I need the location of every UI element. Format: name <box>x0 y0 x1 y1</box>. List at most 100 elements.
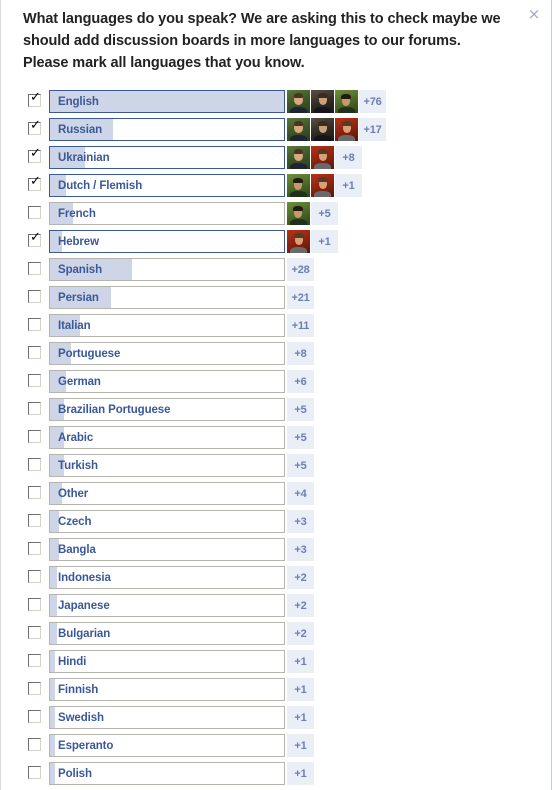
language-checkbox[interactable]: ✓ <box>28 119 41 135</box>
voter-count-badge: +3 <box>287 538 314 561</box>
language-row[interactable]: ✓ Bulgarian +2 <box>1 620 551 648</box>
language-bar[interactable]: Italian <box>49 314 285 337</box>
language-checkbox[interactable]: ✓ <box>28 542 41 555</box>
language-bar[interactable]: Hindi <box>49 650 285 673</box>
language-checkbox[interactable]: ✓ <box>28 206 41 219</box>
language-row[interactable]: ✓ Portuguese +8 <box>1 340 551 368</box>
language-bar[interactable]: Dutch / Flemish <box>49 174 285 197</box>
language-row[interactable]: ✓ Persian +21 <box>1 284 551 312</box>
language-row[interactable]: ✓ Spanish +28 <box>1 256 551 284</box>
language-row[interactable]: ✓ Other +4 <box>1 480 551 508</box>
checkmark-icon: ✓ <box>30 174 41 189</box>
language-label: Persian <box>58 291 99 304</box>
language-bar[interactable]: Spanish <box>49 258 285 281</box>
language-bar[interactable]: Polish <box>49 762 285 785</box>
language-label: Indonesia <box>58 571 111 584</box>
avatar[interactable] <box>287 118 310 141</box>
language-bar[interactable]: Arabic <box>49 426 285 449</box>
avatar[interactable] <box>311 146 334 169</box>
language-checkbox[interactable]: ✓ <box>28 91 41 107</box>
language-label: French <box>58 207 96 220</box>
language-row[interactable]: ✓ Arabic +5 <box>1 424 551 452</box>
language-bar[interactable]: Other <box>49 482 285 505</box>
language-bar[interactable]: Hebrew <box>49 230 285 253</box>
avatar[interactable] <box>335 118 358 141</box>
language-row[interactable]: ✓ German +6 <box>1 368 551 396</box>
language-checkbox[interactable]: ✓ <box>28 570 41 583</box>
language-checkbox[interactable]: ✓ <box>28 710 41 723</box>
language-checkbox[interactable]: ✓ <box>28 147 41 163</box>
language-bar[interactable]: French <box>49 202 285 225</box>
language-bar[interactable]: Czech <box>49 510 285 533</box>
language-checkbox[interactable]: ✓ <box>28 174 41 191</box>
language-bar[interactable]: Bulgarian <box>49 622 285 645</box>
avatar[interactable] <box>335 90 358 113</box>
language-row[interactable]: ✓ French +5 <box>1 200 551 228</box>
language-row[interactable]: ✓ Polish +1 <box>1 760 551 788</box>
avatar[interactable] <box>287 146 310 169</box>
language-row[interactable]: ✓ Dutch / Flemish +1 <box>1 172 551 200</box>
language-row[interactable]: ✓ Finnish +1 <box>1 676 551 704</box>
language-row[interactable]: ✓ Ukrainian +8 <box>1 144 551 172</box>
language-checkbox[interactable]: ✓ <box>28 654 41 667</box>
language-bar[interactable]: Swedish <box>49 706 285 729</box>
language-bar[interactable]: Esperanto <box>49 734 285 757</box>
language-bar[interactable]: Finnish <box>49 678 285 701</box>
language-bar[interactable]: Russian <box>49 118 285 141</box>
language-checkbox[interactable]: ✓ <box>28 766 41 779</box>
language-bar[interactable]: English <box>49 90 285 113</box>
language-row[interactable]: ✓ Swedish +1 <box>1 704 551 732</box>
language-row[interactable]: ✓ Hindi +1 <box>1 648 551 676</box>
language-checkbox[interactable]: ✓ <box>28 231 41 247</box>
language-row[interactable]: ✓ Russian +17 <box>1 116 551 144</box>
language-bar[interactable]: Bangla <box>49 538 285 561</box>
avatar[interactable] <box>311 174 334 197</box>
language-row[interactable]: ✓ Japanese +2 <box>1 592 551 620</box>
language-bar-fill <box>50 735 55 756</box>
close-icon[interactable]: × <box>525 5 543 23</box>
language-checkbox[interactable]: ✓ <box>28 402 41 415</box>
language-checkbox[interactable]: ✓ <box>28 682 41 695</box>
language-checkbox[interactable]: ✓ <box>28 458 41 471</box>
avatar[interactable] <box>311 90 334 113</box>
language-checkbox[interactable]: ✓ <box>28 374 41 387</box>
language-row[interactable]: ✓ Esperanto +1 <box>1 732 551 760</box>
avatar[interactable] <box>311 118 334 141</box>
voter-count-badge: +2 <box>287 594 314 617</box>
voter-avatars <box>287 202 310 225</box>
language-checkbox[interactable]: ✓ <box>28 290 41 303</box>
language-row[interactable]: ✓ Italian +11 <box>1 312 551 340</box>
avatar[interactable] <box>287 202 310 225</box>
language-row[interactable]: ✓ Hebrew +1 <box>1 228 551 256</box>
language-checkbox[interactable]: ✓ <box>28 430 41 443</box>
language-checkbox[interactable]: ✓ <box>28 738 41 751</box>
language-bar[interactable]: German <box>49 370 285 393</box>
language-row[interactable]: ✓ Bangla +3 <box>1 536 551 564</box>
language-bar[interactable]: Persian <box>49 286 285 309</box>
language-bar[interactable]: Brazilian Portuguese <box>49 398 285 421</box>
language-checkbox[interactable]: ✓ <box>28 346 41 359</box>
language-checkbox[interactable]: ✓ <box>28 486 41 499</box>
language-checkbox[interactable]: ✓ <box>28 318 41 331</box>
language-bar[interactable]: Indonesia <box>49 566 285 589</box>
language-row[interactable]: ✓ Brazilian Portuguese +5 <box>1 396 551 424</box>
language-label: Polish <box>58 767 92 780</box>
voter-count-badge: +1 <box>311 230 338 253</box>
avatar[interactable] <box>287 230 310 253</box>
language-checkbox[interactable]: ✓ <box>28 262 41 275</box>
language-checkbox[interactable]: ✓ <box>28 626 41 639</box>
language-bar[interactable]: Turkish <box>49 454 285 477</box>
language-row[interactable]: ✓ Indonesia +2 <box>1 564 551 592</box>
language-row[interactable]: ✓ Czech +3 <box>1 508 551 536</box>
language-bar[interactable]: Japanese <box>49 594 285 617</box>
language-row[interactable]: ✓ Turkish +5 <box>1 452 551 480</box>
language-checkbox[interactable]: ✓ <box>28 514 41 527</box>
language-row[interactable]: ✓ English +76 <box>1 88 551 116</box>
language-bar[interactable]: Ukrainian <box>49 146 285 169</box>
avatar[interactable] <box>287 90 310 113</box>
avatar[interactable] <box>287 174 310 197</box>
language-bar[interactable]: Portuguese <box>49 342 285 365</box>
voter-count-badge: +5 <box>287 426 314 449</box>
language-checkbox[interactable]: ✓ <box>28 598 41 611</box>
voter-count-badge: +2 <box>287 622 314 645</box>
